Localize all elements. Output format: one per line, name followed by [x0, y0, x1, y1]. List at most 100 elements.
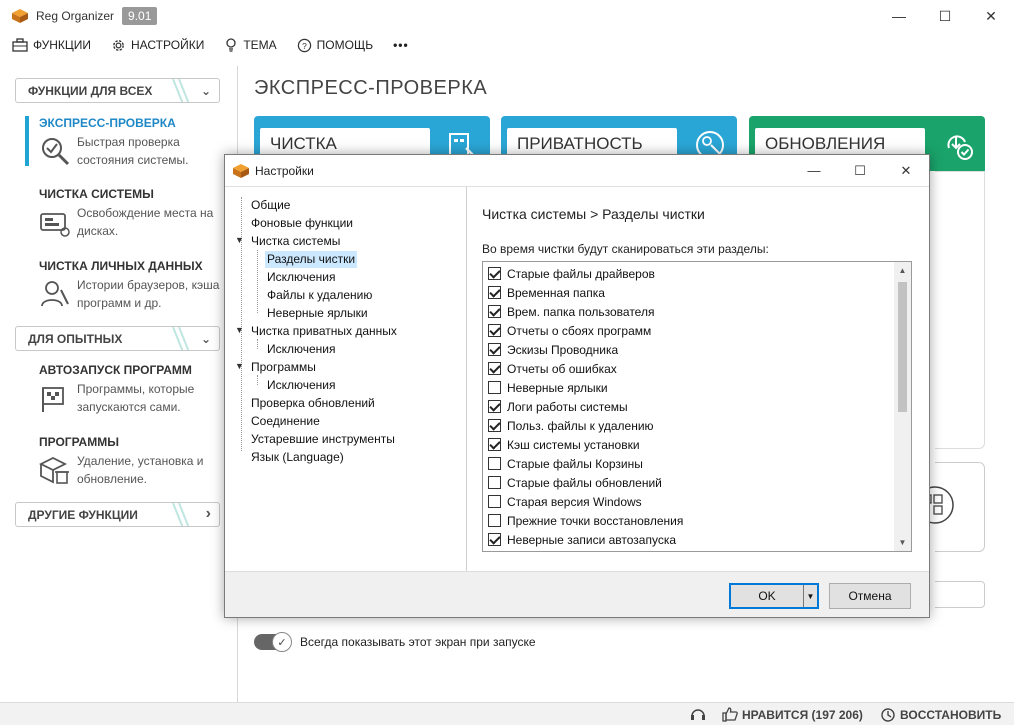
- cancel-button[interactable]: Отмена: [829, 583, 911, 609]
- stripes-decoration: [172, 327, 190, 350]
- svg-text:?: ?: [302, 40, 307, 50]
- sidebar-item-system-clean[interactable]: ЧИСТКА СИСТЕМЫ Освобождение места на дис…: [23, 187, 223, 239]
- checkbox[interactable]: [488, 438, 501, 451]
- dialog-close-button[interactable]: ✕: [883, 155, 929, 186]
- headset-icon: [691, 709, 705, 720]
- tree-item-legacy-tools[interactable]: Устаревшие инструменты: [249, 431, 397, 448]
- secondary-button[interactable]: [935, 581, 985, 608]
- list-item[interactable]: Логи работы системы: [488, 397, 628, 416]
- tree-item-exclusions[interactable]: Исключения: [265, 341, 338, 358]
- tree-item-clean-sections[interactable]: Разделы чистки: [265, 251, 358, 268]
- list-item[interactable]: Врем. папка пользователя: [488, 302, 654, 321]
- thumbs-up-icon: [722, 707, 738, 722]
- checkbox[interactable]: [488, 381, 501, 394]
- list-scrollbar[interactable]: ▲ ▼: [894, 262, 911, 551]
- tree-item-system-clean[interactable]: Чистка системы: [249, 233, 342, 250]
- checkbox[interactable]: [488, 267, 501, 280]
- minimize-button[interactable]: —: [876, 0, 922, 32]
- clean-sections-list: Старые файлы драйверов Временная папка В…: [482, 261, 912, 552]
- section-other-functions[interactable]: ДРУГИЕ ФУНКЦИИ ›: [15, 502, 220, 527]
- dialog-minimize-button[interactable]: —: [791, 155, 837, 186]
- list-item[interactable]: Неверные ярлыки: [488, 378, 608, 397]
- menu-functions[interactable]: ФУНКЦИИ: [12, 38, 91, 52]
- list-item[interactable]: Неверные записи автозапуска: [488, 530, 676, 549]
- checkbox[interactable]: [488, 362, 501, 375]
- checkbox[interactable]: [488, 324, 501, 337]
- maximize-button[interactable]: ☐: [922, 0, 968, 32]
- app-logo-icon: [233, 163, 249, 178]
- tree-item-files-to-delete[interactable]: Файлы к удалению: [265, 287, 374, 304]
- section-functions-for-all[interactable]: ФУНКЦИИ ДЛЯ ВСЕХ ⌄: [15, 78, 220, 103]
- sidebar-item-programs[interactable]: ПРОГРАММЫ Удаление, установка и обновлен…: [23, 435, 223, 487]
- scroll-down-icon[interactable]: ▼: [894, 534, 911, 551]
- check-icon: ✓: [272, 632, 292, 652]
- checkbox[interactable]: [488, 495, 501, 508]
- toolbox-icon: [12, 38, 28, 52]
- startup-toggle[interactable]: ✓: [254, 632, 292, 652]
- version-badge: 9.01: [122, 7, 158, 25]
- breadcrumb: Чистка системы > Разделы чистки: [482, 206, 705, 222]
- section-for-advanced[interactable]: ДЛЯ ОПЫТНЫХ ⌄: [15, 326, 220, 351]
- sidebar-item-express-check[interactable]: ЭКСПРЕСС-ПРОВЕРКА Быстрая проверка состо…: [23, 116, 223, 168]
- tree-item-update-check[interactable]: Проверка обновлений: [249, 395, 377, 412]
- checkbox[interactable]: [488, 514, 501, 527]
- expand-arrow-icon[interactable]: ▼: [235, 361, 244, 371]
- app-title: Reg Organizer: [36, 9, 115, 23]
- checkbox[interactable]: [488, 533, 501, 546]
- list-item[interactable]: Прежние точки восстановления: [488, 511, 683, 530]
- list-item[interactable]: Кэш системы установки: [488, 435, 640, 454]
- checkbox[interactable]: [488, 305, 501, 318]
- like-button[interactable]: НРАВИТСЯ (197 206): [722, 707, 863, 722]
- tree-item-exclusions[interactable]: Исключения: [265, 377, 338, 394]
- checkbox[interactable]: [488, 419, 501, 432]
- checkbox[interactable]: [488, 343, 501, 356]
- ok-button[interactable]: OK ▼: [729, 583, 819, 609]
- sidebar-item-private-data-clean[interactable]: ЧИСТКА ЛИЧНЫХ ДАННЫХ Истории браузеров, …: [23, 259, 223, 311]
- tree-guide-line: [257, 339, 258, 349]
- list-item[interactable]: Польз. файлы к удалению: [488, 416, 654, 435]
- apps-card[interactable]: [925, 462, 985, 552]
- scroll-thumb[interactable]: [898, 282, 907, 412]
- dialog-body: Общие Фоновые функции ▼ Чистка системы Р…: [225, 186, 929, 572]
- list-caption: Во время чистки будут сканироваться эти …: [482, 242, 769, 256]
- menu-theme[interactable]: ТЕМА: [224, 37, 277, 53]
- tree-item-background[interactable]: Фоновые функции: [249, 215, 355, 232]
- chevron-down-icon: ⌄: [200, 332, 211, 346]
- tree-item-language[interactable]: Язык (Language): [249, 449, 346, 466]
- tree-item-programs[interactable]: Программы: [249, 359, 318, 376]
- menu-more[interactable]: •••: [393, 38, 409, 52]
- list-item[interactable]: Эскизы Проводника: [488, 340, 618, 359]
- stripes-decoration: [172, 503, 190, 526]
- tree-item-exclusions[interactable]: Исключения: [265, 269, 338, 286]
- checkbox[interactable]: [488, 457, 501, 470]
- restore-button[interactable]: ВОССТАНОВИТЬ: [880, 707, 1001, 723]
- tree-item-connection[interactable]: Соединение: [249, 413, 322, 430]
- expand-arrow-icon[interactable]: ▼: [235, 235, 244, 245]
- support-button[interactable]: [690, 707, 710, 722]
- gear-icon: [113, 39, 124, 51]
- list-item[interactable]: Отчеты об ошибках: [488, 359, 617, 378]
- autostart-flag-icon: [42, 387, 64, 412]
- checkbox[interactable]: [488, 286, 501, 299]
- list-item[interactable]: Старые файлы обновлений: [488, 473, 662, 492]
- close-button[interactable]: ✕: [968, 0, 1014, 32]
- tree-item-private-clean[interactable]: Чистка приватных данных: [249, 323, 399, 340]
- title-bar: Reg Organizer 9.01 — ☐ ✕: [0, 0, 1014, 32]
- list-item[interactable]: Старые файлы драйверов: [488, 264, 655, 283]
- restore-icon: [881, 708, 895, 722]
- list-item[interactable]: Отчеты о сбоях программ: [488, 321, 651, 340]
- dialog-maximize-button[interactable]: ☐: [837, 155, 883, 186]
- list-item[interactable]: Старая версия Windows: [488, 492, 642, 511]
- checkbox[interactable]: [488, 400, 501, 413]
- dropdown-arrow-icon[interactable]: ▼: [803, 585, 817, 607]
- sidebar-item-autostart[interactable]: АВТОЗАПУСК ПРОГРАММ Программы, которые з…: [23, 363, 223, 415]
- checkbox[interactable]: [488, 476, 501, 489]
- menu-settings[interactable]: НАСТРОЙКИ: [111, 38, 204, 53]
- list-item[interactable]: Временная папка: [488, 283, 605, 302]
- menu-help[interactable]: ? ПОМОЩЬ: [297, 38, 373, 53]
- scroll-up-icon[interactable]: ▲: [894, 262, 911, 279]
- expand-arrow-icon[interactable]: ▼: [235, 325, 244, 335]
- tree-item-invalid-shortcuts[interactable]: Неверные ярлыки: [265, 305, 370, 322]
- list-item[interactable]: Старые файлы Корзины: [488, 454, 643, 473]
- tree-item-general[interactable]: Общие: [249, 197, 292, 214]
